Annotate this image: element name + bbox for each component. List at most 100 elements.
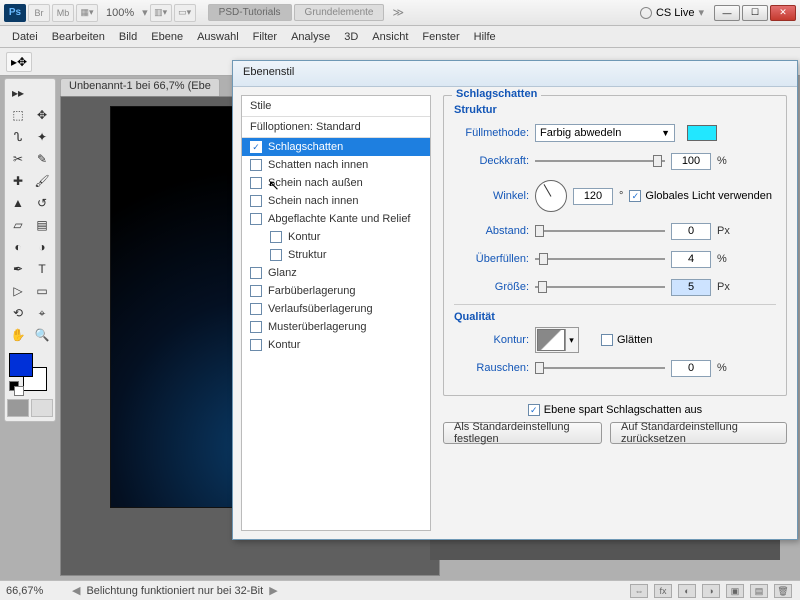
style-checkbox[interactable] [250, 285, 262, 297]
style-checkbox[interactable] [250, 321, 262, 333]
rauschen-value[interactable]: 0 [671, 360, 711, 377]
style-checkbox[interactable] [250, 195, 262, 207]
menu-ebene[interactable]: Ebene [151, 31, 183, 43]
style-item-1[interactable]: Schatten nach innen [242, 156, 430, 174]
menu-hilfe[interactable]: Hilfe [474, 31, 496, 43]
menu-bearbeiten[interactable]: Bearbeiten [52, 31, 105, 43]
wand-tool[interactable]: ✦ [31, 127, 53, 147]
standard-mode-icon[interactable] [7, 399, 29, 417]
groesse-value[interactable]: 5 [671, 279, 711, 296]
style-checkbox[interactable] [250, 339, 262, 351]
camera-tool[interactable]: ⌖ [31, 303, 53, 323]
deckkraft-value[interactable]: 100 [671, 153, 711, 170]
pen-tool[interactable]: ✒ [7, 259, 29, 279]
style-item-4[interactable]: Abgeflachte Kante und Relief [242, 210, 430, 228]
menu-bild[interactable]: Bild [119, 31, 137, 43]
stamp-tool[interactable]: ▲ [7, 193, 29, 213]
kontur-picker[interactable]: ▾ [535, 327, 579, 353]
style-item-9[interactable]: Verlaufsüberlagerung [242, 300, 430, 318]
bridge-icon[interactable]: Br [28, 4, 50, 22]
rauschen-slider[interactable] [535, 361, 665, 375]
style-item-10[interactable]: Musterüberlagerung [242, 318, 430, 336]
style-item-11[interactable]: Kontur [242, 336, 430, 354]
dialog-title[interactable]: Ebenenstil [233, 61, 797, 87]
style-item-5[interactable]: Kontur [242, 228, 430, 246]
style-item-6[interactable]: Struktur [242, 246, 430, 264]
style-checkbox[interactable] [250, 177, 262, 189]
workspace-more-icon[interactable]: ≫ [392, 6, 404, 19]
style-item-0[interactable]: Schlagschatten [242, 138, 430, 156]
abstand-value[interactable]: 0 [671, 223, 711, 240]
zoom-dropdown-icon[interactable]: ▾ [142, 6, 148, 19]
lasso-tool[interactable]: ᔐ [7, 127, 29, 147]
menu-3d[interactable]: 3D [344, 31, 358, 43]
style-checkbox[interactable] [270, 249, 282, 261]
style-item-7[interactable]: Glanz [242, 264, 430, 282]
foreground-swatch[interactable] [9, 353, 33, 377]
style-checkbox[interactable] [250, 141, 262, 153]
ueberfuellen-value[interactable]: 4 [671, 251, 711, 268]
styles-header[interactable]: Stile [242, 96, 430, 117]
hand-tool[interactable]: ✋ [7, 325, 29, 345]
folder-icon[interactable]: ▣ [726, 584, 744, 598]
menu-datei[interactable]: Datei [12, 31, 38, 43]
style-checkbox[interactable] [270, 231, 282, 243]
style-checkbox[interactable] [250, 159, 262, 171]
fill-options[interactable]: Fülloptionen: Standard [242, 117, 430, 138]
gradient-tool[interactable]: ▤ [31, 215, 53, 235]
glaetten-checkbox[interactable]: Glätten [601, 334, 652, 346]
menu-ansicht[interactable]: Ansicht [372, 31, 408, 43]
dodge-tool[interactable]: ◑ [31, 237, 53, 257]
marquee-tool[interactable]: ⬚ [7, 105, 29, 125]
quickmask-mode-icon[interactable] [31, 399, 53, 417]
close-button[interactable]: ✕ [770, 5, 796, 21]
path-select-tool[interactable]: ▷ [7, 281, 29, 301]
menu-fenster[interactable]: Fenster [422, 31, 459, 43]
blur-tool[interactable]: ◐ [7, 237, 29, 257]
workspace-grundelemente[interactable]: Grundelemente [294, 4, 385, 21]
menu-auswahl[interactable]: Auswahl [197, 31, 239, 43]
expand-tools-icon[interactable]: ▸▸ [7, 83, 29, 103]
mask-icon[interactable]: ◐ [678, 584, 696, 598]
minimize-button[interactable]: — [714, 5, 740, 21]
color-swatches[interactable] [7, 351, 53, 395]
default-colors-icon[interactable] [9, 381, 23, 395]
reset-default-button[interactable]: Auf Standardeinstellung zurücksetzen [610, 422, 787, 444]
ebene-spart-checkbox[interactable]: Ebene spart Schlagschatten aus [528, 404, 702, 416]
style-item-3[interactable]: Schein nach innen [242, 192, 430, 210]
screenmode-icon[interactable]: ▭▾ [174, 4, 196, 22]
ueberfuellen-slider[interactable] [535, 252, 665, 266]
move-tool-icon[interactable]: ▸✥ [6, 52, 32, 72]
style-item-8[interactable]: Farbüberlagerung [242, 282, 430, 300]
trash-icon[interactable]: 🗑 [774, 584, 792, 598]
shape-tool[interactable]: ▭ [31, 281, 53, 301]
crop-tool[interactable]: ✂ [7, 149, 29, 169]
brush-tool[interactable]: 🖌 [31, 171, 53, 191]
cslive-label[interactable]: CS Live [656, 7, 695, 19]
arrange-icon[interactable]: ▥▾ [150, 4, 172, 22]
link-icon[interactable]: ⇔ [630, 584, 648, 598]
3d-tool[interactable]: ⟲ [7, 303, 29, 323]
menu-analyse[interactable]: Analyse [291, 31, 330, 43]
type-tool[interactable]: T [31, 259, 53, 279]
cslive-dropdown-icon[interactable]: ▾ [698, 6, 704, 19]
winkel-value[interactable]: 120 [573, 188, 613, 205]
deckkraft-slider[interactable] [535, 154, 665, 168]
workspace-psdtutorials[interactable]: PSD-Tutorials [208, 4, 292, 21]
history-brush-tool[interactable]: ↺ [31, 193, 53, 213]
fx-icon[interactable]: fx [654, 584, 672, 598]
menu-filter[interactable]: Filter [253, 31, 277, 43]
abstand-slider[interactable] [535, 224, 665, 238]
view-extras-icon[interactable]: ▦▾ [76, 4, 98, 22]
groesse-slider[interactable] [535, 280, 665, 294]
move-tool[interactable]: ✥ [31, 105, 53, 125]
minibridge-icon[interactable]: Mb [52, 4, 74, 22]
style-checkbox[interactable] [250, 267, 262, 279]
status-right-icon[interactable]: ▶ [269, 584, 277, 597]
fuellmethode-dropdown[interactable]: Farbig abwedeln ▼ [535, 124, 675, 142]
adjustment-icon[interactable]: ◑ [702, 584, 720, 598]
angle-dial[interactable] [535, 180, 567, 212]
set-default-button[interactable]: Als Standardeinstellung festlegen [443, 422, 602, 444]
shadow-color-swatch[interactable] [687, 125, 717, 141]
zoom-level[interactable]: 100% [106, 7, 134, 19]
